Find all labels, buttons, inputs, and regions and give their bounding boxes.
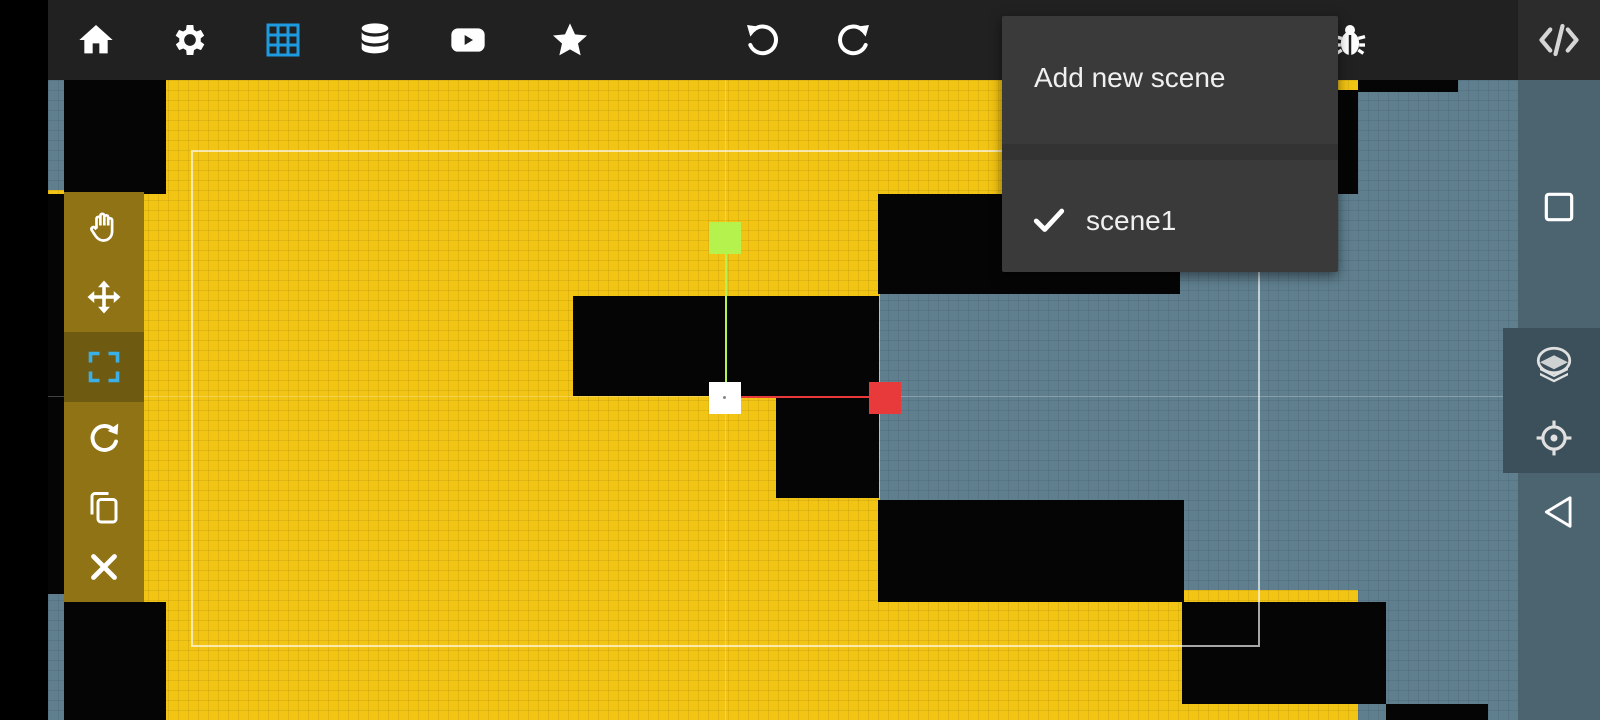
settings-button[interactable] [164,14,216,66]
gear-icon [175,25,205,55]
right-panel-group [1503,328,1600,473]
app-root: Add new scene scene1 [0,0,1600,720]
redo-button[interactable] [828,14,880,66]
code-icon [1539,23,1579,57]
tile-block [64,80,166,194]
gizmo-x-handle[interactable] [869,382,901,414]
left-tool-panel [64,192,144,602]
scene-name-label: scene1 [1086,205,1177,236]
gizmo-x-axis-line [725,396,885,398]
delete-tool-button[interactable] [64,532,144,602]
background-region [48,80,64,190]
checkmark-icon [1033,208,1065,232]
background-region [48,590,64,720]
grid-icon [266,23,300,57]
code-view-button[interactable] [1518,0,1600,80]
youtube-icon [451,28,485,52]
grid-toggle-button[interactable] [257,14,309,66]
scene-menu: Add new scene scene1 [1002,16,1338,272]
home-icon [79,25,113,54]
add-new-scene-item[interactable]: Add new scene [1002,16,1338,144]
redo-icon [838,24,869,56]
gizmo-center-dot [723,396,726,399]
rotate-tool-button[interactable] [64,402,144,472]
layers-icon [1536,346,1572,383]
close-icon [91,554,117,580]
gizmo-center-handle[interactable] [709,382,741,414]
move-icon [87,280,121,314]
tile-block [1386,704,1488,720]
scale-tool-button[interactable] [64,332,144,402]
pan-tool-button[interactable] [64,192,144,262]
tile-block [64,602,166,720]
database-icon [361,23,389,54]
undo-icon [747,24,778,56]
square-button[interactable] [1536,184,1582,230]
youtube-button[interactable] [442,14,494,66]
copy-icon [90,492,118,524]
favorites-button[interactable] [544,14,596,66]
add-new-scene-label: Add new scene [1034,62,1226,93]
tile-block [1358,80,1458,92]
database-button[interactable] [349,14,401,66]
target-button[interactable] [1528,412,1580,464]
scene-item[interactable]: scene1 [1002,160,1338,272]
move-tool-button[interactable] [64,262,144,332]
back-button[interactable] [1536,489,1582,535]
gizmo-y-handle[interactable] [709,222,741,254]
crosshair-icon [1536,420,1572,456]
hand-icon [90,212,114,242]
square-icon [1544,192,1574,222]
menu-divider [1002,144,1338,160]
back-triangle-icon [1544,496,1572,528]
star-icon [553,23,587,56]
undo-button[interactable] [736,14,788,66]
tile-block [48,194,64,594]
layers-button[interactable] [1528,338,1580,390]
rotate-icon [90,423,119,452]
gizmo-y-axis-line [725,236,727,396]
scale-icon [88,351,120,383]
home-button[interactable] [70,14,122,66]
